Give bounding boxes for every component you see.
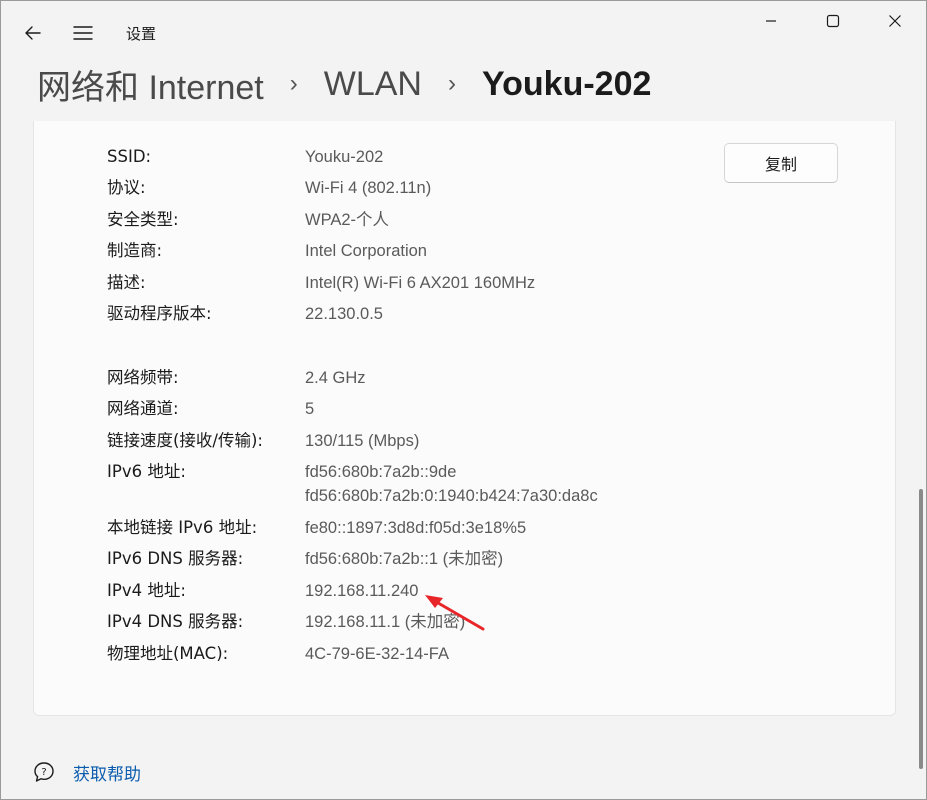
- property-label: 安全类型:: [107, 210, 179, 229]
- property-label: 物理地址(MAC):: [107, 644, 229, 663]
- maximize-icon: [826, 14, 840, 28]
- minimize-icon: [766, 20, 776, 22]
- property-value: 130/115 (Mbps): [305, 432, 420, 450]
- title-bar: 设置: [1, 1, 926, 61]
- annotation-arrow-icon: [425, 595, 485, 631]
- back-button[interactable]: [15, 19, 51, 47]
- property-value: Youku-202: [305, 148, 384, 166]
- property-value: 5: [305, 400, 315, 418]
- property-value: Intel(R) Wi-Fi 6 AX201 160MHz: [305, 274, 536, 292]
- hamburger-icon: [73, 26, 93, 40]
- breadcrumb: 网络和 Internet › WLAN › Youku-202: [37, 59, 651, 109]
- breadcrumb-network-internet[interactable]: 网络和 Internet: [37, 60, 264, 109]
- property-label: 制造商:: [107, 241, 163, 260]
- maximize-button[interactable]: [802, 1, 864, 41]
- help-chat-icon: ?: [31, 759, 57, 785]
- breadcrumb-wlan[interactable]: WLAN: [324, 65, 422, 104]
- svg-text:?: ?: [41, 767, 46, 778]
- chevron-right-icon: ›: [289, 70, 298, 97]
- property-value: 192.168.11.240: [305, 582, 419, 600]
- close-button[interactable]: [864, 1, 926, 41]
- property-value: Wi-Fi 4 (802.11n): [305, 179, 432, 197]
- minimize-button[interactable]: [740, 1, 802, 41]
- property-value-secondary: fd56:680b:7a2b:0:1940:b424:7a30:da8c: [305, 487, 598, 505]
- arrow-left-icon: [25, 26, 41, 40]
- property-value: WPA2-个人: [305, 211, 390, 229]
- property-label: 协议:: [107, 178, 146, 197]
- settings-window: 设置 网络和 Internet › WLAN › Youku-202 复制 SS…: [0, 0, 927, 800]
- get-help[interactable]: ? 获取帮助: [31, 757, 141, 787]
- property-label: 本地链接 IPv6 地址:: [107, 518, 258, 537]
- property-value: fd56:680b:7a2b::9de: [305, 463, 457, 481]
- property-label: SSID:: [107, 147, 152, 166]
- vertical-scrollbar[interactable]: [919, 489, 923, 769]
- property-label: 驱动程序版本:: [107, 304, 212, 323]
- property-label: IPv6 地址:: [107, 462, 186, 481]
- property-label: 网络频带:: [107, 368, 179, 387]
- property-label: IPv4 DNS 服务器:: [107, 612, 244, 631]
- app-title: 设置: [126, 25, 157, 43]
- get-help-link[interactable]: 获取帮助: [73, 760, 141, 785]
- property-label: 描述:: [107, 273, 146, 292]
- property-value: 2.4 GHz: [305, 369, 366, 387]
- window-controls: [740, 1, 926, 41]
- chevron-right-icon: ›: [447, 70, 456, 97]
- close-icon: [889, 15, 901, 27]
- property-label: 网络通道:: [107, 399, 179, 418]
- property-value: fe80::1897:3d8d:f05d:3e18%5: [305, 519, 527, 537]
- property-value: fd56:680b:7a2b::1 (未加密): [305, 550, 504, 568]
- copy-button[interactable]: 复制: [724, 143, 838, 183]
- property-value: 22.130.0.5: [305, 305, 383, 323]
- property-label: IPv6 DNS 服务器:: [107, 549, 244, 568]
- property-label: 链接速度(接收/传输):: [107, 431, 263, 450]
- property-value: Intel Corporation: [305, 242, 427, 260]
- breadcrumb-current-network: Youku-202: [481, 64, 652, 103]
- property-value: 4C-79-6E-32-14-FA: [305, 645, 449, 663]
- navigation-menu-button[interactable]: [65, 19, 101, 47]
- property-label: IPv4 地址:: [107, 581, 186, 600]
